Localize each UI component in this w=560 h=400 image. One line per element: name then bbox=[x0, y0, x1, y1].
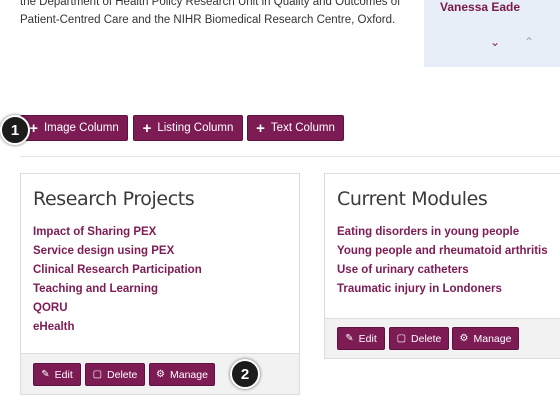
button-label: Manage bbox=[170, 368, 208, 381]
author-name[interactable]: Vanessa Eade bbox=[440, 0, 520, 14]
add-text-column-button[interactable]: + Text Column bbox=[247, 115, 344, 141]
step-callout-1: 1 bbox=[0, 115, 30, 145]
trash-icon: ▢ bbox=[92, 368, 103, 380]
gear-icon: ⚙ bbox=[156, 368, 165, 380]
section-divider bbox=[20, 156, 560, 157]
card-link[interactable]: eHealth bbox=[33, 318, 202, 337]
button-label: Manage bbox=[473, 332, 512, 345]
manage-button[interactable]: ⚙ Manage bbox=[452, 327, 519, 350]
delete-button[interactable]: ▢ Delete bbox=[85, 363, 145, 386]
card-link[interactable]: QORU bbox=[33, 299, 202, 318]
card-link[interactable]: Teaching and Learning bbox=[33, 280, 202, 299]
button-label: Image Column bbox=[43, 122, 119, 134]
column-card-research-projects: Research Projects Impact of Sharing PEX … bbox=[20, 173, 300, 395]
add-listing-column-button[interactable]: + Listing Column bbox=[133, 115, 243, 141]
card-footer: ✎ Edit ▢ Delete ⚙ Manage bbox=[325, 318, 560, 358]
column-card-current-modules: Current Modules Eating disorders in youn… bbox=[324, 173, 560, 359]
card-link[interactable]: Young people and rheumatoid arthritis bbox=[337, 242, 548, 261]
button-label: Edit bbox=[358, 332, 377, 345]
manage-button[interactable]: ⚙ Manage bbox=[149, 363, 215, 386]
intro-line: Patient-Centred Care and the NIHR Biomed… bbox=[20, 14, 396, 26]
card-link[interactable]: Impact of Sharing PEX bbox=[33, 223, 202, 242]
plus-icon: + bbox=[142, 119, 152, 137]
chevron-down-icon[interactable]: ⌄ bbox=[490, 36, 500, 48]
edit-button[interactable]: ✎ Edit bbox=[337, 327, 385, 350]
pencil-icon: ✎ bbox=[41, 368, 50, 380]
chevron-up-icon[interactable]: ⌃ bbox=[524, 36, 534, 48]
step-callout-2: 2 bbox=[230, 359, 260, 389]
card-link[interactable]: Service design using PEX bbox=[33, 242, 202, 261]
author-panel: Vanessa Eade ⌄ ⌃ bbox=[424, 0, 560, 67]
card-title: Current Modules bbox=[337, 188, 488, 210]
card-link[interactable]: Traumatic injury in Londoners bbox=[337, 280, 548, 299]
button-label: Listing Column bbox=[157, 122, 234, 134]
delete-button[interactable]: ▢ Delete bbox=[389, 327, 449, 350]
plus-icon: + bbox=[29, 119, 38, 137]
card-link[interactable]: Clinical Research Participation bbox=[33, 261, 202, 280]
card-title: Research Projects bbox=[33, 188, 195, 210]
add-image-column-button[interactable]: + Image Column bbox=[20, 115, 128, 141]
button-label: Edit bbox=[54, 368, 73, 381]
button-label: Text Column bbox=[270, 122, 335, 134]
card-link-list: Impact of Sharing PEX Service design usi… bbox=[33, 223, 202, 337]
card-link[interactable]: Eating disorders in young people bbox=[337, 223, 548, 242]
edit-button[interactable]: ✎ Edit bbox=[33, 363, 81, 386]
plus-icon: + bbox=[256, 119, 265, 137]
card-link-list: Eating disorders in young people Young p… bbox=[337, 223, 548, 299]
button-label: Delete bbox=[107, 368, 138, 381]
card-link[interactable]: Use of urinary catheters bbox=[337, 261, 548, 280]
pencil-icon: ✎ bbox=[345, 332, 354, 344]
button-label: Delete bbox=[411, 332, 442, 345]
intro-line: the Department of Health Policy Research… bbox=[20, 0, 401, 8]
intro-paragraph: the Department of Health Policy Research… bbox=[20, 0, 410, 29]
trash-icon: ▢ bbox=[396, 332, 407, 344]
gear-icon: ⚙ bbox=[459, 332, 469, 344]
